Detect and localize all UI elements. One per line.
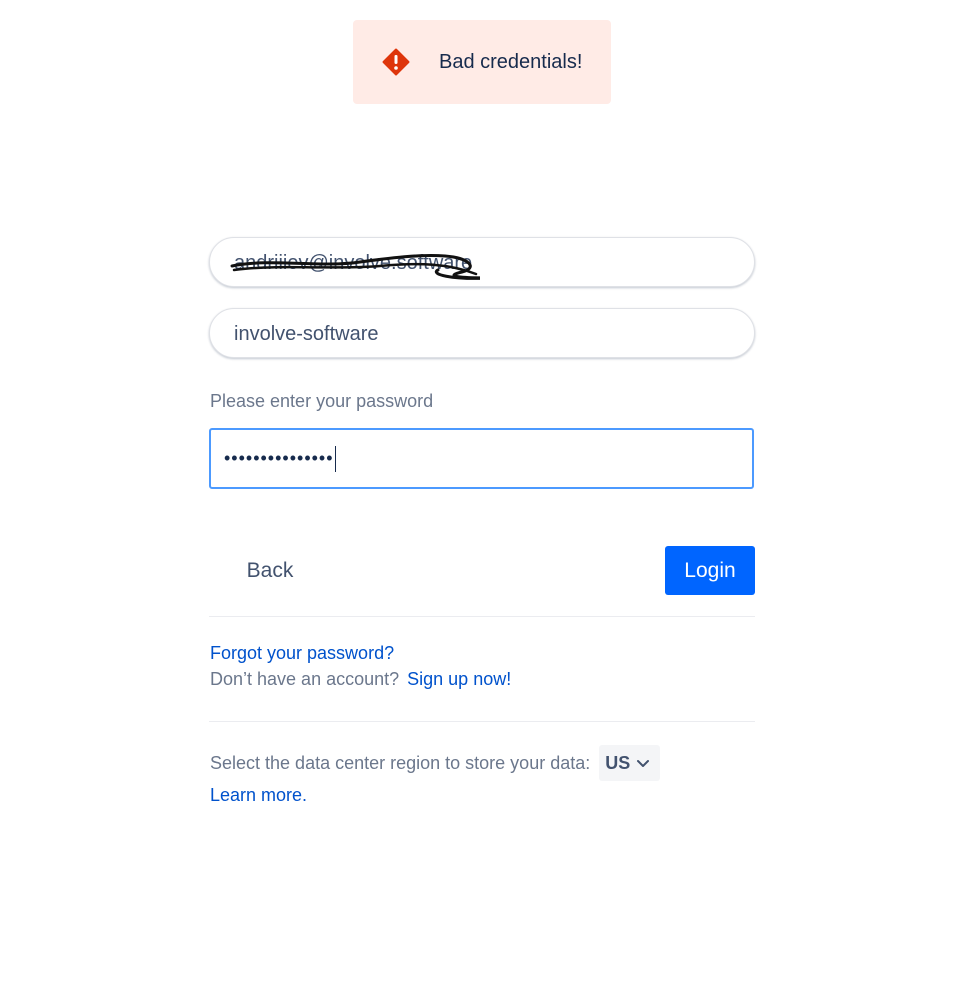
learn-more-link[interactable]: Learn more. [210, 784, 307, 806]
divider [209, 616, 755, 617]
chevron-down-icon [637, 760, 650, 767]
forgot-password-link[interactable]: Forgot your password? [210, 642, 394, 664]
error-message: Bad credentials! [439, 51, 583, 73]
region-selected-value: US [605, 752, 631, 773]
email-value: andriiiev@involve.software [234, 252, 473, 274]
text-caret [334, 446, 337, 473]
region-select[interactable]: US [599, 745, 661, 781]
email-field[interactable]: andriiiev@involve.software [209, 237, 755, 287]
error-icon [382, 48, 410, 76]
divider [209, 721, 755, 722]
sign-up-link[interactable]: Sign up now! [407, 669, 511, 689]
password-label: Please enter your password [210, 391, 434, 411]
no-account-text: Don’t have an account? [210, 669, 400, 689]
site-field[interactable]: involve-software [209, 308, 755, 358]
password-input[interactable]: ••••••••••••••• [209, 428, 754, 489]
region-prompt: Select the data center region to store y… [210, 752, 591, 773]
password-masked-value: ••••••••••••••• [224, 444, 337, 473]
region-row: Select the data center region to store y… [210, 745, 661, 781]
back-button[interactable]: Back [226, 547, 314, 595]
signup-row: Don’t have an account? Sign up now! [210, 668, 511, 690]
site-value: involve-software [234, 323, 379, 345]
login-button[interactable]: Login [665, 546, 755, 595]
